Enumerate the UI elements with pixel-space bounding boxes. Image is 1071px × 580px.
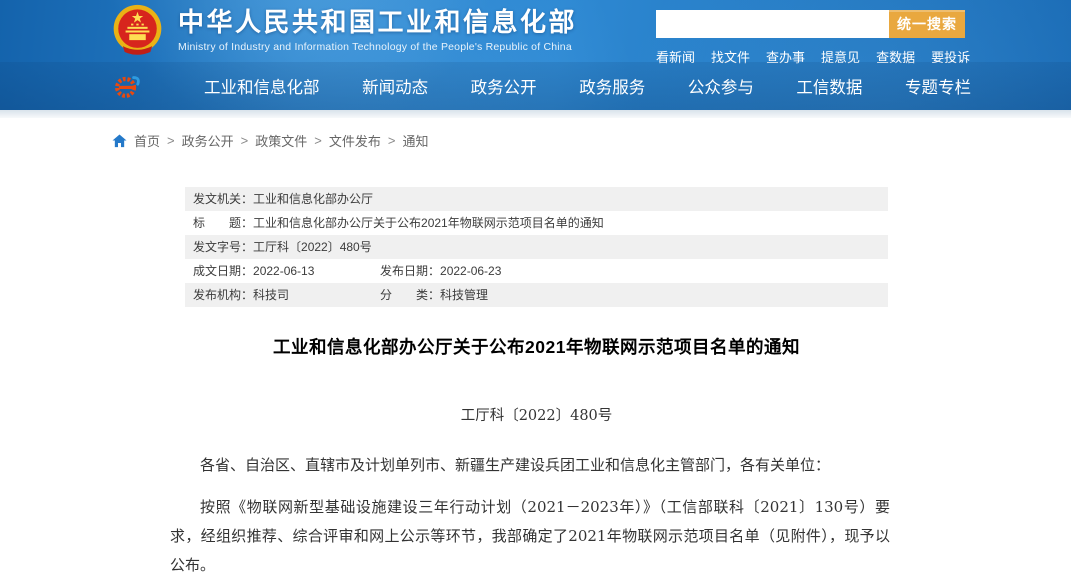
document-meta-table: 发文机关： 工业和信息化部办公厅 标 题： 工业和信息化部办公厅关于公布2021… <box>185 187 888 307</box>
document-main: 发文机关： 工业和信息化部办公厅 标 题： 工业和信息化部办公厅关于公布2021… <box>0 187 1071 580</box>
nav-item-gov-disclosure[interactable]: 政务公开 <box>471 74 537 98</box>
nav-item-public-participation[interactable]: 公众参与 <box>688 74 754 98</box>
national-emblem-icon <box>110 3 165 58</box>
breadcrumb-separator: > <box>167 133 175 148</box>
breadcrumb-notice[interactable]: 通知 <box>402 131 428 150</box>
breadcrumb-gov-disclosure[interactable]: 政务公开 <box>182 131 234 150</box>
document-head: 工业和信息化部办公厅关于公布2021年物联网示范项目名单的通知 工厅科〔2022… <box>185 334 888 425</box>
meta-value: 2022-06-23 <box>440 264 502 278</box>
meta-value: 工业和信息化部办公厅关于公布2021年物联网示范项目名单的通知 <box>253 216 604 230</box>
meta-value: 科技司 <box>253 288 290 302</box>
site-title: 中华人民共和国工业和信息化部 <box>178 7 578 38</box>
meta-label: 分 类： <box>380 288 441 302</box>
site-subtitle: Ministry of Industry and Information Tec… <box>178 40 572 53</box>
search-row: 统一搜索 <box>656 10 976 38</box>
document-body: 各省、自治区、直辖市及计划单列市、新疆生产建设兵团工业和信息化主管部门，各有关单… <box>170 451 890 580</box>
meta-value: 2022-06-13 <box>253 264 315 278</box>
meta-label: 标 题： <box>193 216 254 230</box>
nav-item-ministry-home[interactable]: 工业和信息化部 <box>204 74 320 98</box>
meta-row-dates: 成文日期：2022-06-13 发布日期：2022-06-23 <box>185 259 888 283</box>
breadcrumb-separator: > <box>240 133 249 148</box>
nav-item-special-topics[interactable]: 专题专栏 <box>905 74 971 98</box>
nav-items: 工业和信息化部 新闻动态 政务公开 政务服务 公众参与 工信数据 专题专栏 <box>204 74 971 98</box>
banner-top: 中华人民共和国工业和信息化部 Ministry of Industry and … <box>0 0 1071 65</box>
page: 中华人民共和国工业和信息化部 Ministry of Industry and … <box>0 0 1071 580</box>
home-icon <box>112 133 127 148</box>
meta-row-issuing-office: 发文机关： 工业和信息化部办公厅 <box>185 187 888 211</box>
document-title: 工业和信息化部办公厅关于公布2021年物联网示范项目名单的通知 <box>273 337 800 357</box>
search-area: 统一搜索 看新闻 找文件 查办事 提意见 查数据 要投诉 <box>656 10 976 66</box>
meta-row-doc-number: 发文字号： 工厅科〔2022〕480号 <box>185 235 888 259</box>
meta-cell-category: 分 类：科技管理 <box>380 283 488 307</box>
nav-item-miit-data[interactable]: 工信数据 <box>796 74 862 98</box>
meta-label: 发文字号： <box>193 240 254 254</box>
meta-value: 工厅科〔2022〕480号 <box>253 240 372 254</box>
miit-gear-e-logo-icon[interactable] <box>112 71 142 101</box>
meta-label: 发布日期： <box>380 264 441 278</box>
breadcrumb-home[interactable]: 首页 <box>134 131 160 150</box>
unified-search-button[interactable]: 统一搜索 <box>889 10 965 38</box>
meta-cell-publish-org: 发布机构：科技司 <box>193 283 380 307</box>
breadcrumb-document-release[interactable]: 文件发布 <box>329 131 381 150</box>
document-salutation: 各省、自治区、直辖市及计划单列市、新疆生产建设兵团工业和信息化主管部门，各有关单… <box>200 456 831 474</box>
meta-cell-publish-date: 发布日期：2022-06-23 <box>380 259 501 283</box>
search-input[interactable] <box>656 10 889 38</box>
header-separator <box>0 110 1071 118</box>
main-nav: 工业和信息化部 新闻动态 政务公开 政务服务 公众参与 工信数据 专题专栏 <box>0 62 1071 110</box>
meta-label: 发布机构： <box>193 288 254 302</box>
document-number: 工厅科〔2022〕480号 <box>460 408 613 424</box>
site-brand-link[interactable]: 中华人民共和国工业和信息化部 Ministry of Industry and … <box>110 3 577 58</box>
brand-text: 中华人民共和国工业和信息化部 Ministry of Industry and … <box>178 7 578 53</box>
meta-row-title: 标 题： 工业和信息化部办公厅关于公布2021年物联网示范项目名单的通知 <box>185 211 888 235</box>
meta-value: 工业和信息化部办公厅 <box>253 192 374 206</box>
meta-value: 科技管理 <box>440 288 489 302</box>
nav-item-gov-services[interactable]: 政务服务 <box>579 74 645 98</box>
nav-item-news[interactable]: 新闻动态 <box>362 74 428 98</box>
document-paragraph: 按照《物联网新型基础设施建设三年行动计划（2021－2023年）》（工信部联科〔… <box>170 498 890 574</box>
meta-row-org-category: 发布机构：科技司 分 类：科技管理 <box>185 283 888 307</box>
meta-cell-written-date: 成文日期：2022-06-13 <box>193 259 380 283</box>
breadcrumb-separator: > <box>387 133 396 148</box>
breadcrumb-policy-documents[interactable]: 政策文件 <box>255 131 307 150</box>
meta-label: 成文日期： <box>193 264 254 278</box>
breadcrumb-separator: > <box>314 133 322 148</box>
breadcrumb: 首页 > 政务公开 > 政策文件 > 文件发布 > 通知 <box>112 131 1071 150</box>
site-header: 中华人民共和国工业和信息化部 Ministry of Industry and … <box>0 0 1071 110</box>
meta-label: 发文机关： <box>193 192 254 206</box>
